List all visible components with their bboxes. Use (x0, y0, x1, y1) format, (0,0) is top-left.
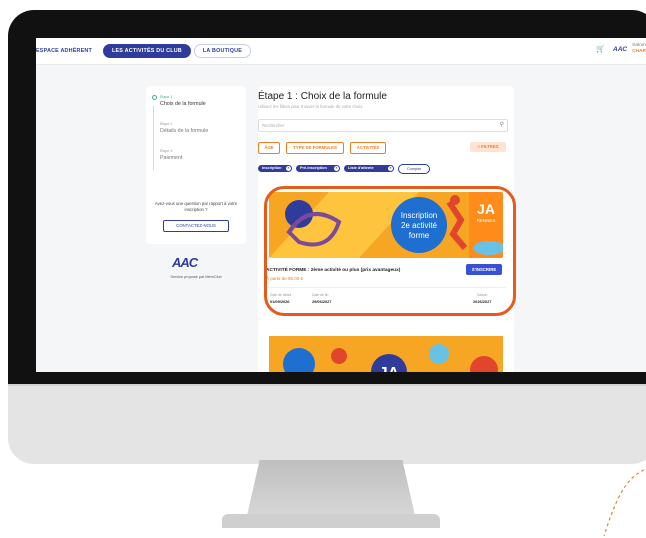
steps-sidebar: Étape 1 Choix de la formule Étape 2 Déta… (146, 86, 246, 244)
close-icon[interactable]: × (334, 166, 339, 171)
step-2: Étape 2 Détails de la formule (160, 122, 208, 134)
close-icon[interactable]: × (388, 166, 393, 171)
tab-activites-du-club[interactable]: LES ACTIVITÉS DU CLUB (103, 44, 191, 58)
close-icon[interactable]: × (286, 166, 291, 171)
user-menu[interactable]: Salom CHAR (632, 43, 646, 55)
chip-liste-attente-label: Liste d'attente (348, 166, 374, 170)
search-icon: ⚲ (499, 122, 504, 128)
chip-pre-inscription[interactable]: Pré-inscription × (296, 165, 340, 172)
nav-logo: AAC (613, 45, 628, 53)
screen: ESPACE ADHÉRENT LES ACTIVITÉS DU CLUB LA… (36, 38, 646, 372)
highlight-outline (264, 186, 516, 316)
filter-age[interactable]: ÂGE (258, 142, 280, 154)
tab-boutique[interactable]: LA BOUTIQUE (193, 44, 252, 58)
step-1: Étape 1 Choix de la formule (152, 95, 206, 107)
filter-activites[interactable]: ACTIVITÉS (350, 142, 386, 154)
search-input[interactable]: Rechercher ⚲ (258, 119, 508, 132)
user-name-line2: CHAR (632, 49, 646, 54)
monitor-chin (8, 384, 646, 464)
nav-right-area: 🛒 AAC Salom CHAR (596, 43, 646, 55)
powered-by-text: Service proposé par MemClub (170, 275, 222, 279)
filtres-button[interactable]: ≡ FILTRES (470, 142, 506, 152)
contact-button[interactable]: CONTACTEZ-NOUS (163, 220, 229, 232)
filtres-label: FILTRES (481, 144, 499, 149)
step-3-label: Paiement (160, 155, 183, 161)
chip-liste-attente[interactable]: Liste d'attente × (344, 165, 394, 172)
step-active-dot (152, 95, 157, 100)
search-placeholder: Rechercher (262, 122, 285, 128)
step-1-label: Choix de la formule (160, 101, 206, 107)
chip-inscription[interactable]: Inscription × (258, 165, 292, 172)
brand-logo: AAC (172, 255, 198, 270)
banner-2-logo: JA (379, 365, 400, 372)
tab-espace-adherent[interactable]: ESPACE ADHÉRENT (36, 45, 100, 57)
steps-connector (153, 106, 154, 170)
step-2-tag: Étape 2 (160, 122, 173, 126)
help-question: Avez-vous une question par rapport à vot… (154, 201, 238, 212)
decorative-dashed-line (603, 469, 645, 537)
filter-icon: ≡ (477, 144, 480, 149)
filter-type-formules[interactable]: TYPE DE FORMULES (286, 142, 344, 154)
step-1-tag: Étape 1 (160, 95, 173, 99)
page-subtitle: Utilisez les filtres pour trouver la for… (258, 104, 363, 109)
activity-banner-2: JA (269, 336, 503, 372)
chip-complet[interactable]: Complet (398, 164, 430, 174)
chip-pre-inscription-label: Pré-inscription (300, 166, 327, 170)
activity-card-2[interactable]: JA (266, 322, 506, 372)
step-3: Étape 3 Paiement (160, 149, 182, 161)
step-2-label: Détails de la formule (160, 128, 209, 134)
monitor-stand (246, 460, 416, 520)
top-navigation: ESPACE ADHÉRENT LES ACTIVITÉS DU CLUB LA… (36, 38, 646, 65)
cart-icon[interactable]: 🛒 (596, 45, 605, 53)
chip-inscription-label: Inscription (262, 166, 282, 170)
page-title: Étape 1 : Choix de la formule (258, 91, 387, 102)
step-3-tag: Étape 3 (160, 149, 173, 153)
